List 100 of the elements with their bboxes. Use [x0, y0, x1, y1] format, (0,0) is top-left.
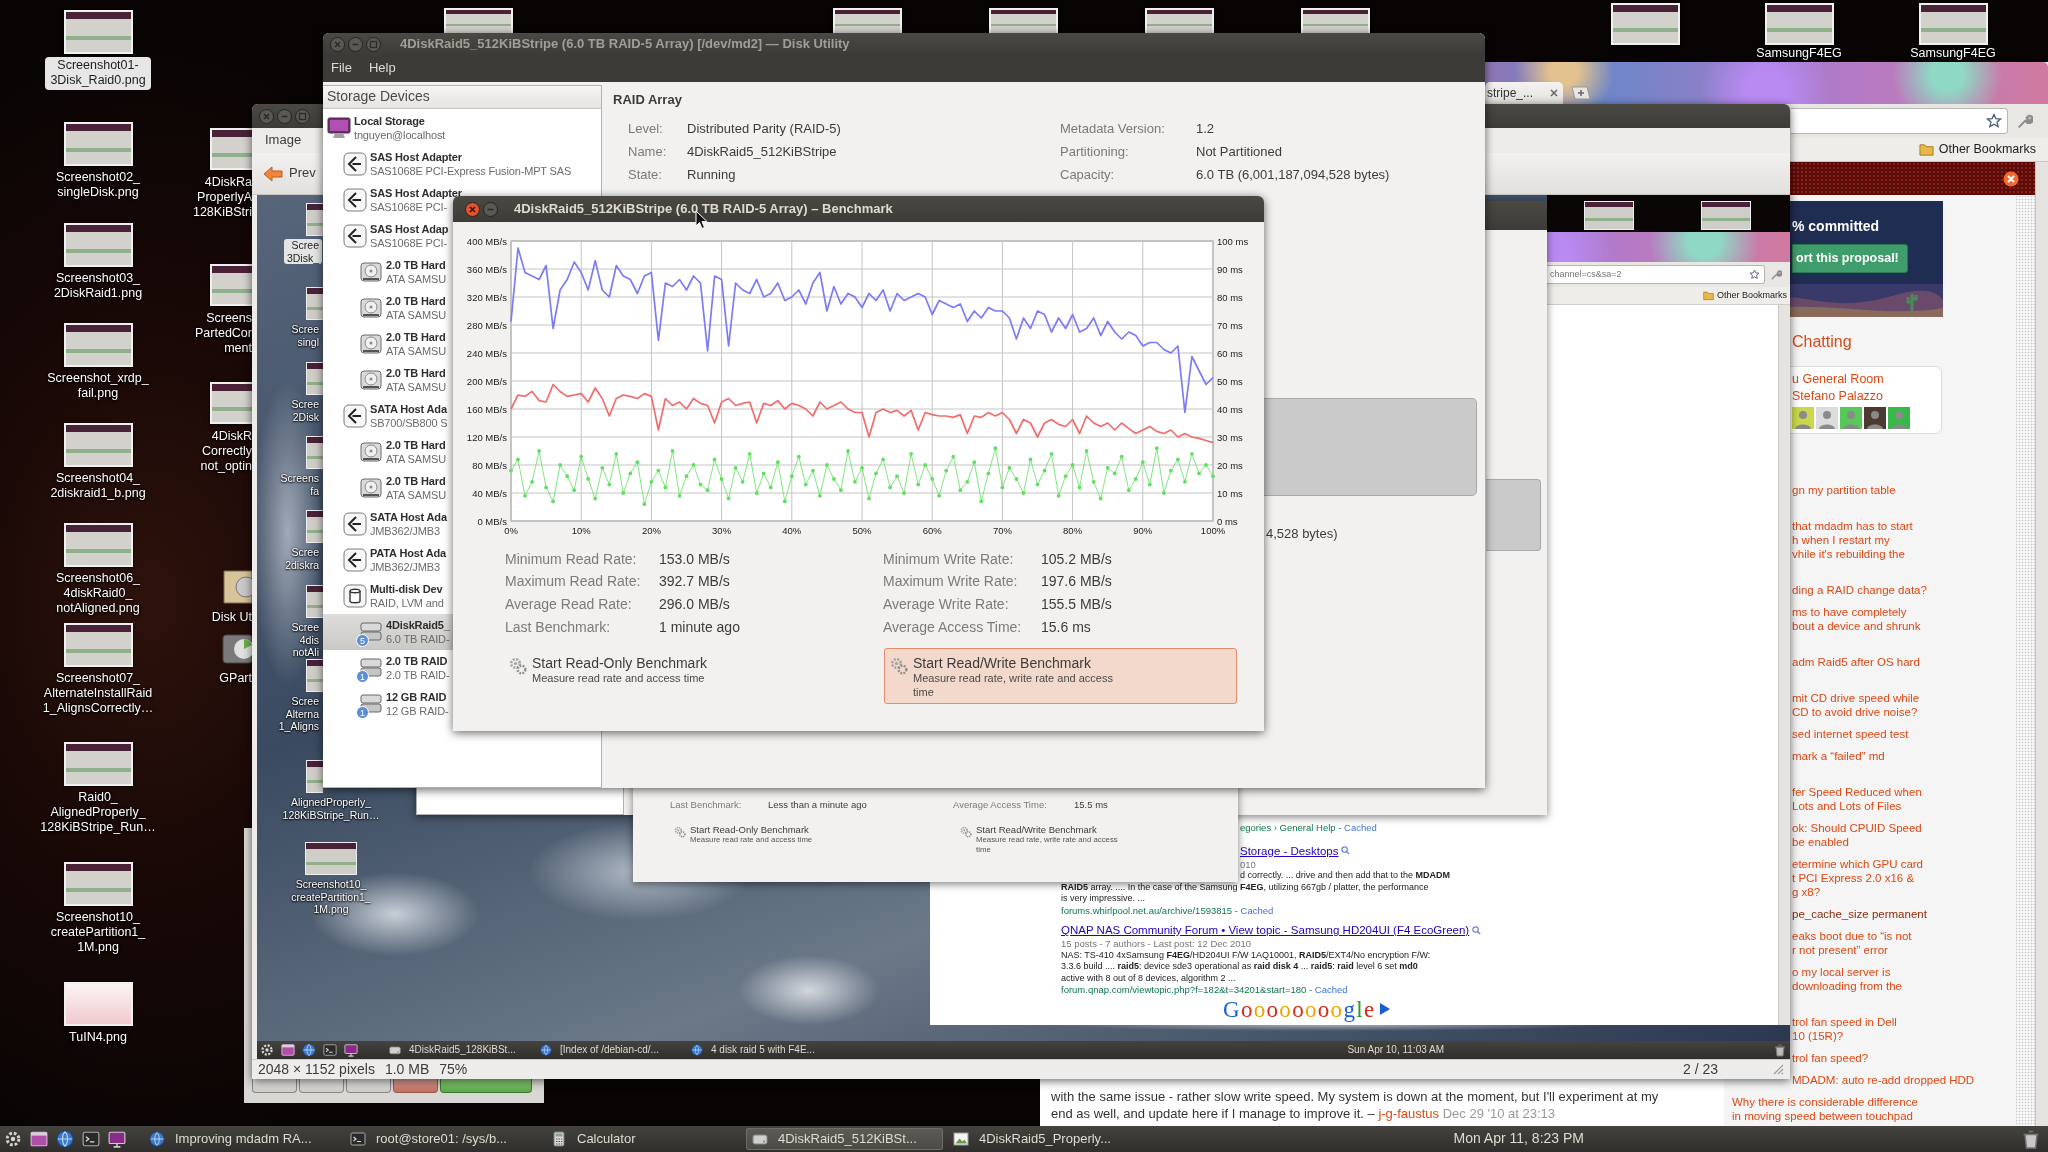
- question-link[interactable]: ms to have completely bout a device and shrunk: [1792, 605, 1921, 633]
- globe-icon[interactable]: [56, 1130, 74, 1148]
- file-label[interactable]: Scree singl: [288, 323, 322, 348]
- question-link[interactable]: trol fan speed in Dell 10 (15R)?: [1792, 1015, 1897, 1043]
- device-item[interactable]: 2.0 TB Hard ATA SAMSU: [323, 470, 453, 506]
- bookmark-folder[interactable]: Other Bookmarks: [1918, 141, 2036, 158]
- thumbnail-image[interactable]: [63, 982, 133, 1026]
- device-item[interactable]: Local Storage tnguyen@localhost: [323, 110, 453, 146]
- question-link[interactable]: MDADM: auto re-add dropped HDD: [1792, 1073, 1975, 1087]
- file-label[interactable]: Screenshot10_ createPartition1_ 1M.png: [45, 909, 151, 957]
- thumbnail-image[interactable]: [63, 122, 133, 166]
- question-link[interactable]: pe_cache_size permanent: [1792, 907, 1927, 921]
- cached-link[interactable]: Cached: [1240, 904, 1274, 916]
- taskbar-item[interactable]: 4DiskRaid5_128KiBSt...: [386, 1043, 534, 1057]
- thumbnail-image[interactable]: [1301, 8, 1370, 33]
- scrollbar[interactable]: [2035, 162, 2048, 1126]
- close-icon[interactable]: [2003, 170, 2019, 187]
- monitor-icon[interactable]: [108, 1130, 126, 1148]
- file-label[interactable]: Scree 4dis notAli: [288, 621, 322, 659]
- device-item[interactable]: 2.0 TB Hard ATA SAMSU: [323, 326, 453, 362]
- disk-chart-icon[interactable]: [222, 632, 252, 666]
- resize-grip-icon[interactable]: [1773, 1064, 1784, 1075]
- file-label[interactable]: SamsungF4EG: [1905, 45, 2001, 60]
- menu-item[interactable]: Image: [265, 132, 302, 149]
- file-label[interactable]: Disk Ut: [206, 609, 252, 627]
- device-item[interactable]: 5 4DiskRaid5_ 6.0 TB RAID-: [323, 614, 453, 650]
- benchmark-button[interactable]: Start Read/Write Benchmark Measure read rate, write rate and access time: [884, 647, 1237, 704]
- question-link[interactable]: adm Raid5 after OS hard: [1792, 655, 1920, 669]
- file-label[interactable]: GPart: [214, 670, 252, 688]
- thumbnail-image[interactable]: [63, 223, 133, 267]
- thumbnail-image[interactable]: [1610, 3, 1680, 45]
- thumbnail-image[interactable]: [63, 523, 133, 567]
- question-link[interactable]: mit CD drive speed while CD to avoid drive noise?: [1792, 691, 1920, 719]
- question-link[interactable]: Why there is considerable difference in moving speed between touchpad: [1732, 1095, 1918, 1123]
- terminal-icon[interactable]: [82, 1130, 100, 1148]
- user-link[interactable]: Stefano Palazzo: [1792, 388, 1884, 405]
- question-link[interactable]: ok: Should CPUID Speed be enabled: [1792, 821, 1922, 849]
- device-item[interactable]: 2.0 TB Hard ATA SAMSU: [323, 254, 453, 290]
- thumbnail-image[interactable]: [63, 10, 133, 54]
- benchmark-button[interactable]: Start Read-Only Benchmark Measure read rate and access time: [503, 647, 856, 704]
- cached-link[interactable]: Cached: [1344, 822, 1377, 833]
- taskbar-item[interactable]: Calculator: [545, 1128, 742, 1150]
- calculator-key[interactable]: [299, 1079, 344, 1093]
- device-item[interactable]: 1 2.0 TB RAID 2.0 TB RAID-: [323, 650, 453, 686]
- trash-icon[interactable]: [2022, 1129, 2040, 1149]
- room-link[interactable]: u General Room: [1792, 371, 1884, 388]
- question-link[interactable]: mark a “failed” md: [1792, 749, 1885, 763]
- taskbar-item[interactable]: [Index of /debian-cd/...: [537, 1043, 685, 1057]
- menu-item[interactable]: Help: [368, 60, 396, 77]
- file-label[interactable]: Scree 2Disk: [288, 398, 322, 423]
- device-item[interactable]: PATA Host Ada JMB362/JMB3: [323, 542, 453, 578]
- trash-icon[interactable]: [1774, 1043, 1786, 1057]
- file-label[interactable]: Screenshot07_ AlternateInstallRaid 1_AlignsCorrectly…: [37, 670, 159, 718]
- new-tab-button[interactable]: [1571, 86, 1591, 100]
- thumbnail-image[interactable]: [306, 203, 323, 236]
- thumbnail-image[interactable]: [63, 862, 133, 906]
- file-label[interactable]: Screenshot_xrdp_ fail.png: [42, 370, 154, 403]
- question-link[interactable]: trol fan speed?: [1792, 1051, 1869, 1065]
- thumbnail-image[interactable]: [306, 760, 323, 793]
- thumbnail-image[interactable]: [210, 264, 252, 306]
- author-link[interactable]: j-g-faustus: [1378, 1106, 1440, 1121]
- thumbnail-image[interactable]: [1764, 3, 1834, 45]
- question-link[interactable]: sed internet speed test: [1792, 727, 1909, 741]
- taskbar-item[interactable]: 4DiskRaid5_Properly...: [947, 1128, 1144, 1150]
- file-label[interactable]: Scree Alterna 1_Aligns: [275, 695, 322, 733]
- thumbnail-image[interactable]: [306, 362, 323, 395]
- file-label[interactable]: 4DiskRa ProperlyA 128KiBStri: [187, 174, 252, 222]
- thumbnail-image[interactable]: [1145, 8, 1214, 33]
- avatar-icon[interactable]: [1864, 407, 1886, 429]
- file-label[interactable]: Raid0_ AlignedProperly_ 128KiBStripe_Run…: [35, 789, 161, 837]
- thumbnail-image[interactable]: [444, 8, 513, 33]
- thumbnail-image[interactable]: [833, 8, 902, 33]
- calculator-key[interactable]: [346, 1079, 391, 1093]
- file-label[interactable]: Screenshot03_ 2DiskRaid1.png: [48, 270, 148, 303]
- file-label[interactable]: Screenshot10_ createPartition1_ 1M.png: [288, 878, 374, 916]
- file-label[interactable]: Scree 3Disk_: [283, 239, 322, 264]
- window-icon[interactable]: [30, 1130, 48, 1148]
- device-item[interactable]: SAS Host Adap SAS1068E PCI-: [323, 218, 453, 254]
- file-label[interactable]: SamsungF4EG: [1751, 45, 1847, 60]
- taskbar-item[interactable]: Improving mdadm RA...: [143, 1128, 340, 1150]
- file-label[interactable]: Screenshot04_ 2diskraid1_b.png: [45, 470, 151, 503]
- taskbar-item[interactable]: root@store01: /sys/b...: [344, 1128, 541, 1150]
- file-label[interactable]: Screenshot01- 3Disk_Raid0.png: [45, 57, 151, 90]
- browser-tab[interactable]: stripe_...: [1485, 82, 1563, 104]
- menu-item[interactable]: File: [331, 60, 352, 77]
- file-label[interactable]: AlignedProperly_ 128KiBStripe_Run…: [279, 796, 383, 821]
- cached-link[interactable]: Cached: [1314, 984, 1348, 995]
- address-field[interactable]: channel=cs&sa=2: [1547, 265, 1765, 284]
- wrench-icon[interactable]: [2016, 112, 2033, 130]
- device-item[interactable]: SAS Host Adapter SAS1068E PCI-Express Fusion-MPT SAS: [323, 146, 572, 182]
- thumbnail-image[interactable]: [306, 659, 323, 692]
- wrench-icon[interactable]: [1770, 268, 1782, 281]
- address-field[interactable]: [1791, 108, 2008, 134]
- device-item[interactable]: Multi-disk Dev RAID, LVM and: [323, 578, 453, 614]
- file-label[interactable]: Screenshot02_ singleDisk.png: [50, 169, 146, 202]
- star-icon[interactable]: [1986, 113, 2002, 129]
- question-link[interactable]: eaks boot due to “is not r not present” error: [1792, 929, 1912, 957]
- search-icon[interactable]: [1472, 925, 1482, 935]
- result-link[interactable]: QNAP NAS Community Forum • View topic - Samsung HD204UI (F4 EcoGreen): [1061, 922, 1470, 938]
- thumbnail-image[interactable]: [1584, 201, 1634, 230]
